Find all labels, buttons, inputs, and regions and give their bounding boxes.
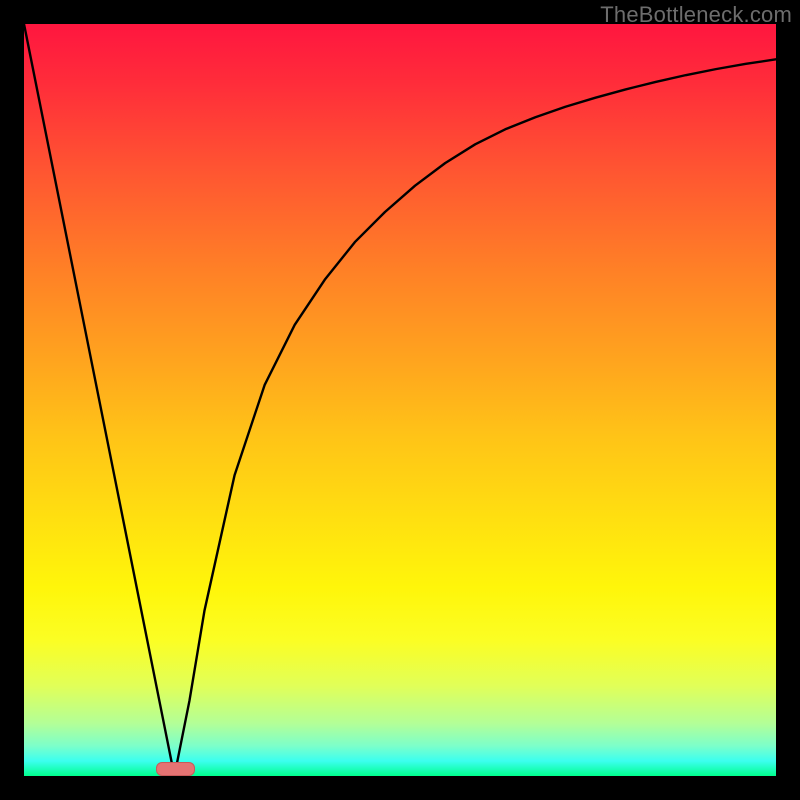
bottleneck-curve <box>24 24 776 776</box>
plot-area <box>24 24 776 776</box>
optimal-region-marker <box>156 762 196 776</box>
bottleneck-chart: TheBottleneck.com <box>0 0 800 800</box>
